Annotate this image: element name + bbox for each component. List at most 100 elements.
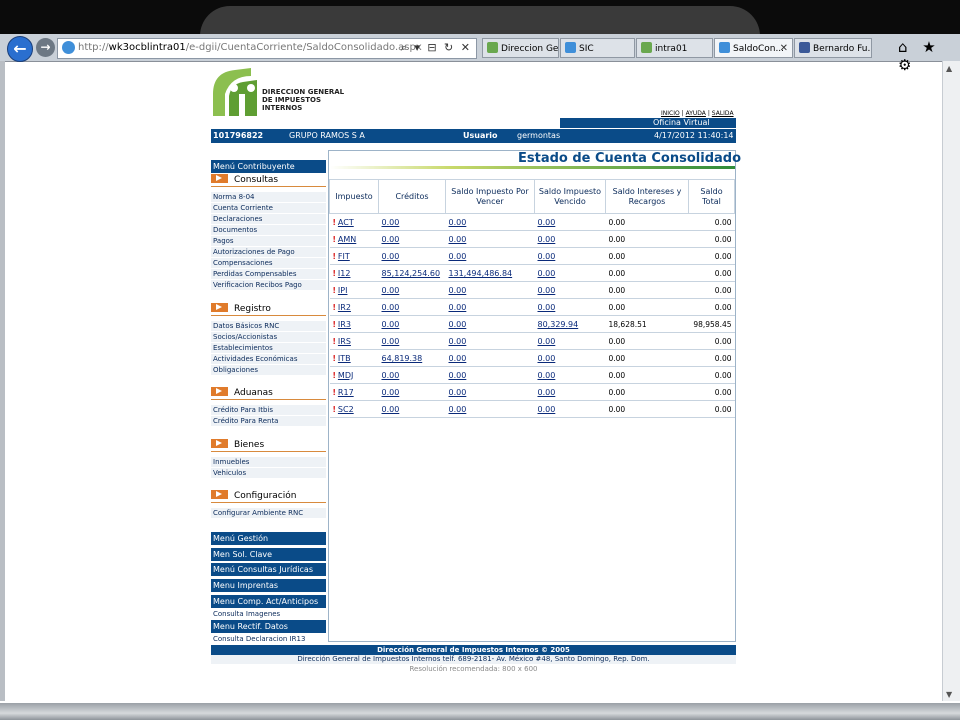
creditos-link[interactable]: 0.00 — [382, 371, 400, 380]
impuesto-link[interactable]: ITB — [338, 354, 351, 363]
menu-item-actividades[interactable]: Actividades Económicas — [211, 354, 326, 365]
creditos-link[interactable]: 85,124,254.60 — [382, 269, 441, 278]
vencido-link[interactable]: 0.00 — [538, 235, 556, 244]
vencido-link[interactable]: 0.00 — [538, 218, 556, 227]
address-action-icons[interactable]: ⌕ ▾ ⊟ ↻ ✕ — [401, 41, 472, 55]
por-vencer-link[interactable]: 0.00 — [449, 405, 467, 414]
creditos-link[interactable]: 0.00 — [382, 252, 400, 261]
impuesto-link[interactable]: IR3 — [338, 320, 351, 329]
menu-item-establecimientos[interactable]: Establecimientos — [211, 343, 326, 354]
vencido-link[interactable]: 0.00 — [538, 337, 556, 346]
section-configuracion[interactable]: Configuración — [211, 490, 326, 503]
por-vencer-link[interactable]: 131,494,486.84 — [449, 269, 513, 278]
creditos-link[interactable]: 64,819.38 — [382, 354, 423, 363]
creditos-link[interactable]: 0.00 — [382, 320, 400, 329]
impuesto-link[interactable]: ACT — [338, 218, 354, 227]
table-row: ! AMN 0.00 0.00 0.00 0.00 0.00 — [329, 230, 735, 248]
vencido-link[interactable]: 0.00 — [538, 405, 556, 414]
creditos-link[interactable]: 0.00 — [382, 337, 400, 346]
por-vencer-link[interactable]: 0.00 — [449, 320, 467, 329]
menu-item-inmuebles[interactable]: Inmuebles — [211, 457, 326, 468]
vertical-scrollbar[interactable] — [942, 61, 960, 701]
vencido-link[interactable]: 80,329.94 — [538, 320, 579, 329]
menu-item-socios[interactable]: Socios/Accionistas — [211, 332, 326, 343]
usuario-label: Usuario — [463, 131, 498, 140]
creditos-link[interactable]: 0.00 — [382, 388, 400, 397]
vencido-link[interactable]: 0.00 — [538, 303, 556, 312]
por-vencer-link[interactable]: 0.00 — [449, 235, 467, 244]
menu-item-obligaciones[interactable]: Obligaciones — [211, 365, 326, 376]
impuesto-link[interactable]: IPI — [338, 286, 348, 295]
menu-item-autorizaciones[interactable]: Autorizaciones de Pago — [211, 247, 326, 258]
section-consultas[interactable]: Consultas — [211, 174, 326, 187]
section-bienes[interactable]: Bienes — [211, 439, 326, 452]
creditos-link[interactable]: 0.00 — [382, 218, 400, 227]
impuesto-link[interactable]: AMN — [338, 235, 356, 244]
por-vencer-link[interactable]: 0.00 — [449, 388, 467, 397]
close-tab-icon[interactable]: ✕ — [780, 39, 788, 57]
forward-button[interactable]: → — [36, 38, 55, 57]
vencido-link[interactable]: 0.00 — [538, 252, 556, 261]
menu-item-credito-renta[interactable]: Crédito Para Renta — [211, 416, 326, 427]
menu-item-verificacion[interactable]: Verificacion Recibos Pago — [211, 280, 326, 291]
menu-gestion[interactable]: Menú Gestión — [211, 532, 326, 545]
por-vencer-link[interactable]: 0.00 — [449, 337, 467, 346]
menu-item-vehiculos[interactable]: Vehiculos — [211, 468, 326, 479]
menu-sol-clave[interactable]: Men Sol. Clave — [211, 548, 326, 561]
menu-item-compensaciones[interactable]: Compensaciones — [211, 258, 326, 269]
impuesto-link[interactable]: I12 — [338, 269, 351, 278]
scroll-down-icon[interactable]: ▼ — [946, 690, 952, 699]
menu-item-norma[interactable]: Norma 8-04 — [211, 192, 326, 203]
back-button[interactable]: ← — [7, 36, 33, 62]
menu-item-configurar-ambiente[interactable]: Configurar Ambiente RNC — [211, 508, 326, 519]
tab-sic[interactable]: SIC — [560, 38, 635, 58]
impuesto-link[interactable]: SC2 — [338, 405, 354, 414]
vencido-link[interactable]: 0.00 — [538, 388, 556, 397]
por-vencer-link[interactable]: 0.00 — [449, 303, 467, 312]
menu-item-declaraciones[interactable]: Declaraciones — [211, 214, 326, 225]
menu-item-cuenta-corriente[interactable]: Cuenta Corriente — [211, 203, 326, 214]
menu-item-datos-basicos[interactable]: Datos Básicos RNC — [211, 321, 326, 332]
por-vencer-link[interactable]: 0.00 — [449, 218, 467, 227]
impuesto-link[interactable]: R17 — [338, 388, 354, 397]
vencido-link[interactable]: 0.00 — [538, 269, 556, 278]
tab-saldocon[interactable]: SaldoCon... ✕ — [714, 38, 793, 58]
scroll-up-icon[interactable]: ▲ — [946, 64, 952, 73]
vencido-link[interactable]: 0.00 — [538, 371, 556, 380]
por-vencer-link[interactable]: 0.00 — [449, 286, 467, 295]
menu-item-consulta-imagenes[interactable]: Consulta Imagenes — [211, 609, 326, 620]
menu-item-perdidas[interactable]: Perdidas Compensables — [211, 269, 326, 280]
section-registro[interactable]: Registro — [211, 303, 326, 316]
creditos-link[interactable]: 0.00 — [382, 303, 400, 312]
menu-item-credito-itbis[interactable]: Crédito Para Itbis — [211, 405, 326, 416]
vencido-link[interactable]: 0.00 — [538, 286, 556, 295]
impuesto-link[interactable]: IR2 — [338, 303, 351, 312]
address-bar[interactable]: http://wk3ocblintra01/e-dgii/CuentaCorri… — [57, 38, 477, 59]
menu-contribuyente[interactable]: Menú Contribuyente — [211, 160, 326, 173]
tab-bernardo[interactable]: Bernardo Fu... — [794, 38, 872, 58]
impuesto-link[interactable]: FIT — [338, 252, 350, 261]
por-vencer-link[interactable]: 0.00 — [449, 252, 467, 261]
creditos-link[interactable]: 0.00 — [382, 405, 400, 414]
menu-item-documentos[interactable]: Documentos — [211, 225, 326, 236]
menu-item-consulta-ir13[interactable]: Consulta Declaracion IR13 — [211, 634, 326, 645]
por-vencer-link[interactable]: 0.00 — [449, 371, 467, 380]
menu-comp-act[interactable]: Menu Comp. Act/Anticipos — [211, 595, 326, 608]
menu-item-pagos[interactable]: Pagos — [211, 236, 326, 247]
menu-consultas-juridicas[interactable]: Menú Consultas Jurídicas — [211, 563, 326, 576]
creditos-link[interactable]: 0.00 — [382, 235, 400, 244]
tab-intra01[interactable]: intra01 — [636, 38, 713, 58]
por-vencer-link[interactable]: 0.00 — [449, 354, 467, 363]
link-ayuda[interactable]: AYUDA — [686, 110, 706, 117]
menu-imprentas[interactable]: Menu Imprentas — [211, 579, 326, 592]
tab-direccion[interactable]: Direccion Ge... — [482, 38, 559, 58]
creditos-link[interactable]: 0.00 — [382, 286, 400, 295]
link-salida[interactable]: SALIDA — [712, 110, 734, 117]
menu-rectif-datos[interactable]: Menu Rectif. Datos — [211, 620, 326, 633]
link-inicio[interactable]: INICIO — [661, 110, 680, 117]
section-aduanas[interactable]: Aduanas — [211, 387, 326, 400]
impuesto-link[interactable]: IRS — [338, 337, 351, 346]
impuesto-link[interactable]: MDJ — [338, 371, 353, 380]
vencido-link[interactable]: 0.00 — [538, 354, 556, 363]
address-url[interactable]: http://wk3ocblintra01/e-dgii/CuentaCorri… — [78, 42, 422, 53]
